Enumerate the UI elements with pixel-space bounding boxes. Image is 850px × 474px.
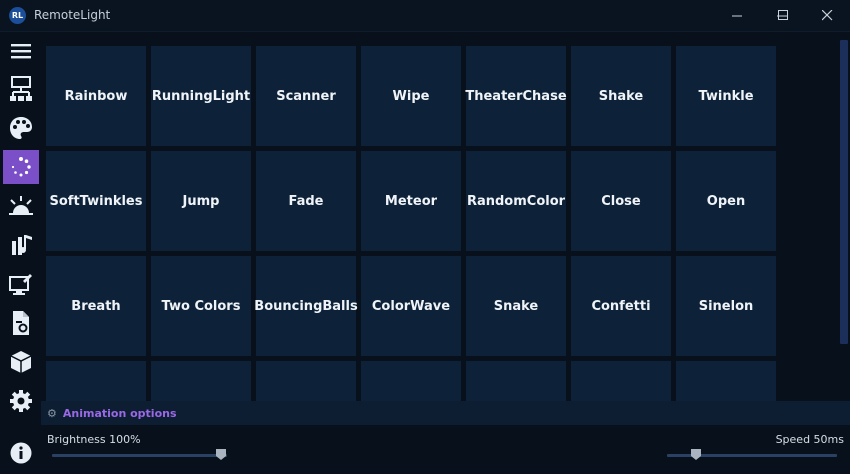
footer: Brightness 100% Speed 50ms (41, 425, 850, 474)
sidebar (0, 32, 41, 474)
palette-icon (10, 117, 32, 139)
maximize-button[interactable] (760, 0, 806, 31)
animation-tile[interactable]: Close (571, 151, 671, 251)
info-icon (10, 442, 32, 464)
animation-tile[interactable]: Confetti (571, 256, 671, 356)
animation-tile[interactable]: Scanner (256, 46, 356, 146)
sidebar-item-outputs[interactable] (3, 72, 39, 106)
gear-icon (10, 390, 32, 412)
animation-tile[interactable] (361, 361, 461, 401)
animation-tile[interactable] (151, 361, 251, 401)
animation-tile[interactable]: Shake (571, 46, 671, 146)
app-logo-icon: RL (9, 7, 26, 24)
animation-tile[interactable]: SoftTwinkles (46, 151, 146, 251)
brightness-slider-thumb[interactable] (216, 449, 226, 460)
cube-icon (10, 351, 32, 373)
sidebar-item-scenes[interactable] (3, 189, 39, 223)
animation-tile[interactable]: TheaterChase (465, 46, 567, 146)
speed-slider-thumb[interactable] (691, 449, 701, 460)
animation-grid: Rainbow RunningLight Scanner Wipe TheaterCha… (41, 32, 837, 401)
sidebar-item-plugins[interactable] (3, 345, 39, 379)
close-button[interactable] (804, 0, 850, 31)
animation-tile[interactable]: RandomColor (466, 151, 566, 251)
animation-tile[interactable]: Two Colors (151, 256, 251, 356)
minimize-button-2[interactable] (714, 0, 760, 31)
animation-options-label[interactable]: Animation options (63, 407, 177, 420)
screen-icon (9, 274, 32, 295)
sidebar-item-settings[interactable] (3, 384, 39, 418)
animation-tile[interactable] (466, 361, 566, 401)
animation-tile[interactable] (676, 361, 776, 401)
minimize-icon-2 (731, 15, 742, 17)
sidebar-item-scripts[interactable] (3, 306, 39, 340)
animations-icon (11, 157, 31, 177)
animation-tile[interactable]: Sinelon (676, 256, 776, 356)
animation-tile[interactable] (46, 361, 146, 401)
sidebar-item-colors[interactable] (3, 111, 39, 145)
sidebar-item-animations[interactable] (3, 150, 39, 184)
maximize-icon (777, 10, 788, 20)
animation-tile[interactable]: RunningLight (151, 46, 251, 146)
sidebar-item-screen[interactable] (3, 267, 39, 301)
animation-tile[interactable]: BouncingBalls (254, 256, 358, 356)
menu-icon (11, 44, 31, 59)
scrollbar-thumb[interactable] (840, 40, 848, 344)
animation-tile[interactable]: ColorWave (361, 256, 461, 356)
animation-tile[interactable]: Snake (466, 256, 566, 356)
sidebar-item-menu[interactable] (3, 34, 39, 68)
animation-tile[interactable]: Breath (46, 256, 146, 356)
brightness-slider-track[interactable] (52, 454, 227, 457)
animation-tile[interactable]: Twinkle (676, 46, 776, 146)
sidebar-item-music[interactable] (3, 228, 39, 262)
animation-tile[interactable]: Jump (151, 151, 251, 251)
speed-label: Speed 50ms (775, 433, 844, 446)
animation-tile[interactable]: Fade (256, 151, 356, 251)
animation-tile[interactable]: Rainbow (46, 46, 146, 146)
scenes-icon (9, 196, 33, 215)
network-icon (10, 76, 32, 101)
window-title: RemoteLight (34, 8, 111, 22)
animation-tile[interactable]: Meteor (361, 151, 461, 251)
script-icon (13, 311, 29, 335)
close-icon (821, 10, 832, 21)
animation-tile[interactable]: Open (676, 151, 776, 251)
music-icon (12, 235, 32, 255)
animation-tile[interactable] (256, 361, 356, 401)
sidebar-item-about[interactable] (3, 436, 39, 470)
animation-options-bar[interactable]: ⚙ Animation options (41, 401, 850, 425)
animation-tile[interactable]: Wipe (361, 46, 461, 146)
gear-icon: ⚙ (47, 406, 57, 420)
animation-tile[interactable] (571, 361, 671, 401)
brightness-label: Brightness 100% (47, 433, 141, 446)
